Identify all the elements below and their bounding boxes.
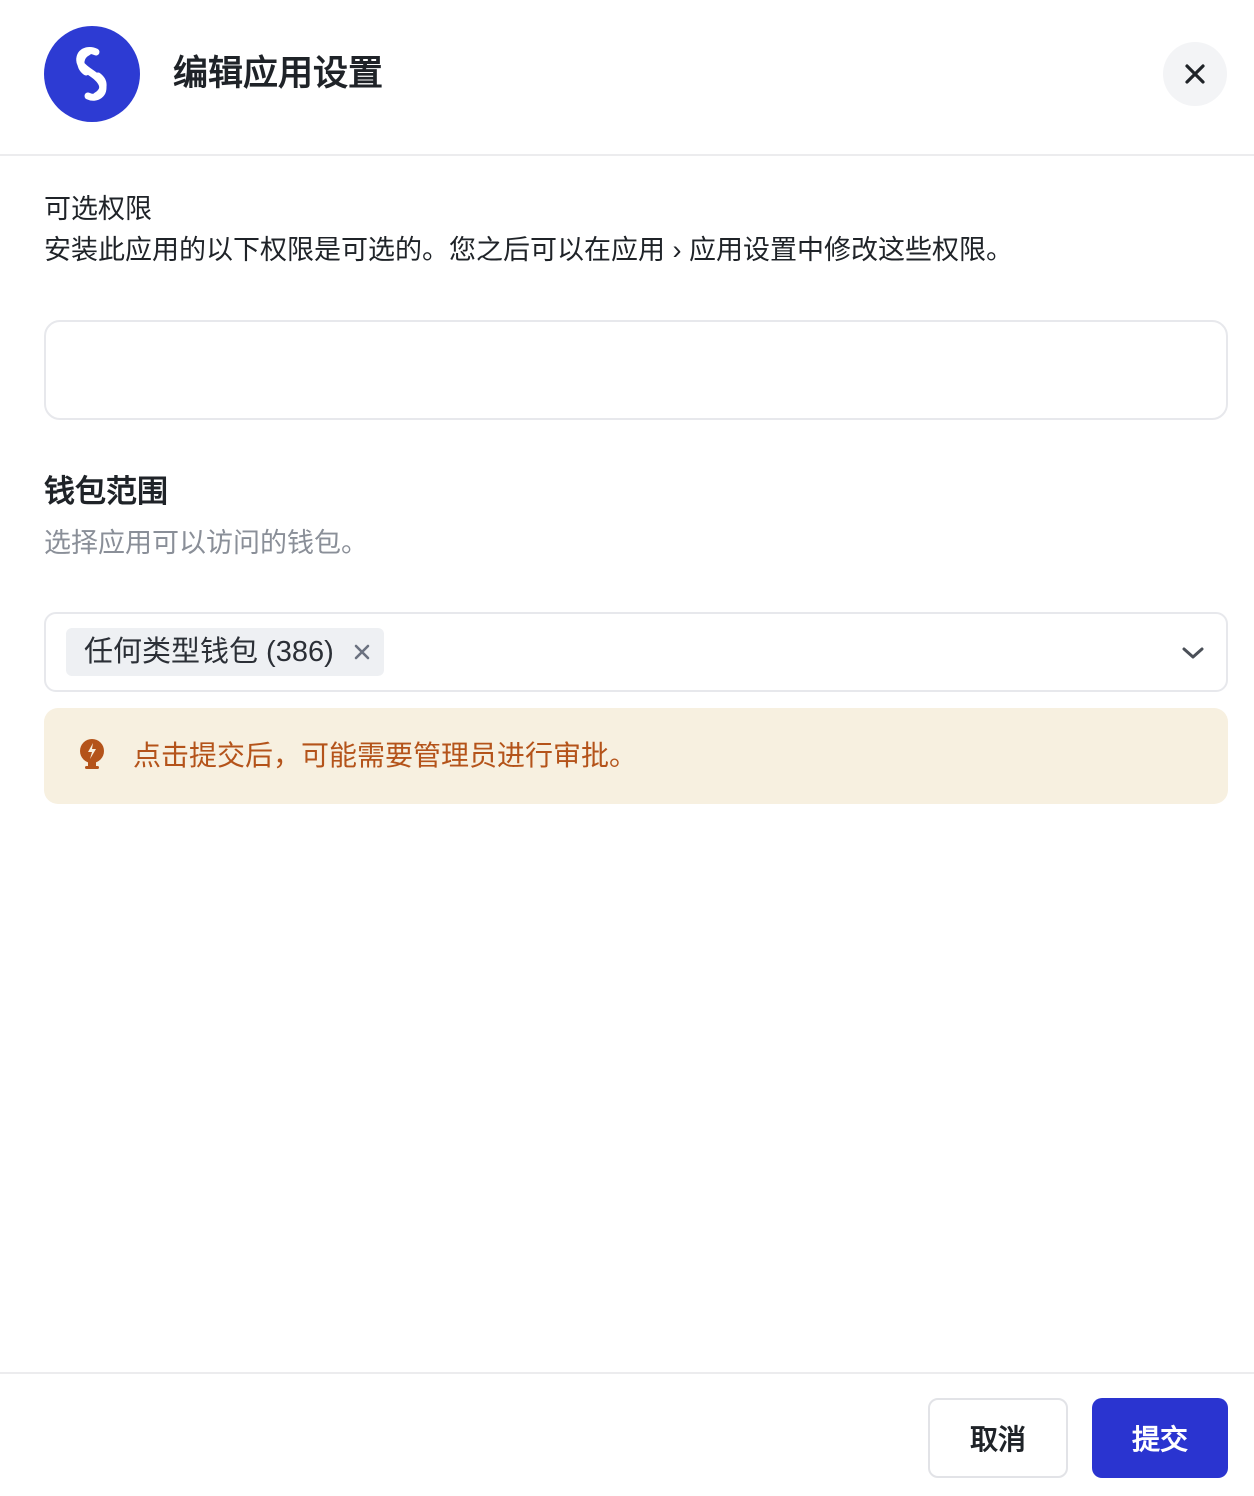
cancel-button[interactable]: 取消 — [928, 1398, 1068, 1478]
wallet-scope-title: 钱包范围 — [44, 474, 168, 509]
chip-label: 任何类型钱包 (386) — [84, 636, 334, 668]
close-icon — [354, 644, 370, 660]
link-icon — [76, 46, 107, 101]
wallet-scope-select[interactable]: 任何类型钱包 (386) — [44, 612, 1228, 692]
chip-remove-button[interactable] — [348, 638, 376, 666]
app-logo — [44, 26, 140, 122]
submit-button[interactable]: 提交 — [1092, 1398, 1228, 1478]
chevron-down-icon — [1182, 647, 1204, 659]
wallet-scope-description: 选择应用可以访问的钱包。 — [44, 528, 368, 558]
lightbulb-icon — [80, 739, 104, 769]
close-button[interactable] — [1163, 42, 1227, 106]
notice-text: 点击提交后，可能需要管理员进行审批。 — [133, 740, 638, 771]
dropdown-toggle[interactable] — [1178, 638, 1208, 668]
selected-wallet-chip: 任何类型钱包 (386) — [66, 628, 384, 676]
close-icon — [1185, 64, 1205, 84]
dialog-header: 编辑应用设置 — [0, 0, 1254, 156]
optional-permissions-description: 安装此应用的以下权限是可选的。您之后可以在应用 › 应用设置中修改这些权限。 — [44, 235, 1013, 265]
permissions-list — [44, 320, 1228, 420]
approval-notice: 点击提交后，可能需要管理员进行审批。 — [44, 708, 1228, 804]
dialog-footer: 取消 提交 — [0, 1372, 1254, 1496]
dialog-title: 编辑应用设置 — [173, 54, 384, 93]
optional-permissions-title: 可选权限 — [44, 194, 152, 224]
